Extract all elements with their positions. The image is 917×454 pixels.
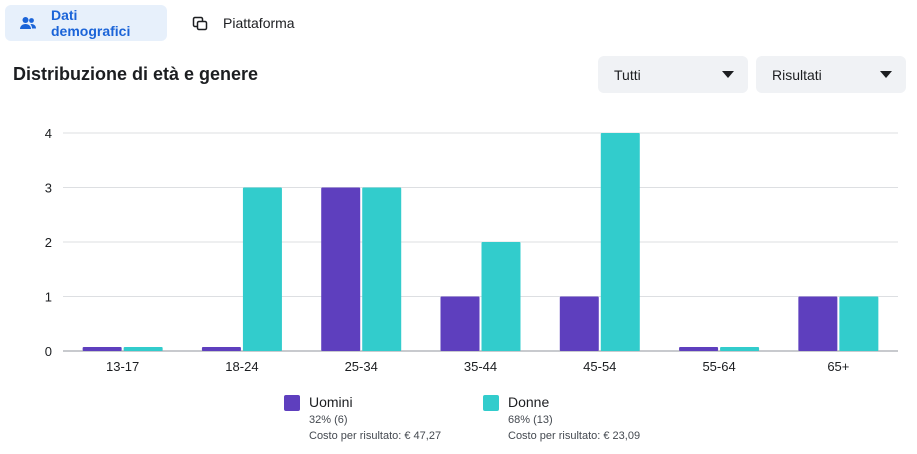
bar-women-13-17 — [123, 347, 163, 351]
section-title: Distribuzione di età e genere — [13, 64, 259, 84]
y-tick-label: 1 — [45, 290, 52, 305]
y-tick-label: 0 — [45, 344, 52, 359]
bar-men-18-24 — [201, 347, 241, 351]
chevron-down-icon — [722, 71, 734, 78]
y-tick-label: 2 — [45, 235, 52, 250]
x-tick-label: 13-17 — [106, 359, 139, 374]
chevron-down-icon — [880, 71, 892, 78]
x-tick-label: 55-64 — [702, 359, 735, 374]
legend-cost-per-result: Costo per risultato: € 23,09 — [508, 430, 641, 442]
bar-women-65+ — [839, 296, 879, 351]
legend-cost-per-result: Costo per risultato: € 47,27 — [309, 430, 442, 442]
bar-men-25-34 — [321, 187, 361, 351]
metric-dropdown-value: Risultati — [772, 66, 822, 83]
tab-demographics[interactable]: Dati demografici — [5, 5, 167, 41]
legend-swatch-men — [284, 395, 300, 411]
x-tick-label: 65+ — [827, 359, 849, 374]
y-tick-label: 4 — [45, 126, 52, 141]
x-tick-label: 25-34 — [345, 359, 378, 374]
bar-men-13-17 — [82, 347, 122, 351]
x-tick-label: 18-24 — [225, 359, 258, 374]
legend-swatch-women — [483, 395, 499, 411]
people-icon — [19, 14, 37, 32]
bar-women-45-54 — [600, 133, 640, 351]
bar-men-55-64 — [679, 347, 719, 351]
devices-icon — [191, 14, 209, 32]
bar-women-18-24 — [242, 187, 282, 351]
x-tick-label: 35-44 — [464, 359, 497, 374]
legend-percentage: 68% (13) — [508, 414, 553, 426]
bar-men-45-54 — [559, 296, 599, 351]
age-gender-bar-chart: 0 1 2 3 4 13-17 18-24 25-34 35-44 45-54 55-64 65+ — [45, 126, 898, 374]
bar-women-55-64 — [720, 347, 760, 351]
y-tick-label: 3 — [45, 181, 52, 196]
bar-women-25-34 — [362, 187, 402, 351]
bar-men-65+ — [798, 296, 838, 351]
audience-dropdown-value: Tutti — [614, 66, 641, 83]
x-tick-label: 45-54 — [583, 359, 616, 374]
audience-dropdown[interactable]: Tutti — [598, 56, 748, 93]
tab-platform[interactable]: Piattaforma — [177, 5, 307, 41]
tab-platform-label: Piattaforma — [223, 15, 295, 31]
tab-bar: Dati demografici Piattaforma — [5, 5, 307, 41]
metric-dropdown[interactable]: Risultati — [756, 56, 906, 93]
legend-label: Uomini — [309, 394, 353, 410]
legend-percentage: 32% (6) — [309, 414, 348, 426]
legend-label: Donne — [508, 394, 550, 410]
bar-men-35-44 — [440, 296, 480, 351]
tab-demographics-label: Dati demografici — [51, 7, 131, 39]
bar-women-35-44 — [481, 242, 521, 351]
